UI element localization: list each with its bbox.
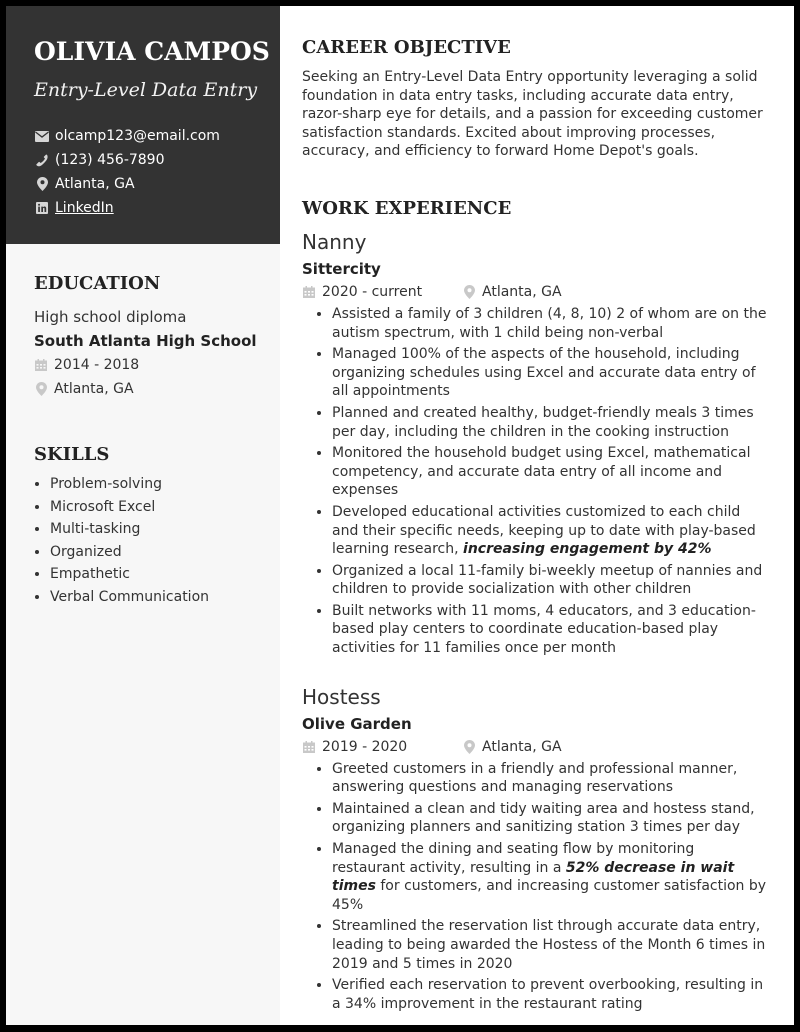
job-dates-text: 2019 - 2020 xyxy=(322,738,408,755)
job-bullets: Assisted a family of 3 children (4, 8, 1… xyxy=(302,305,770,658)
education-dates: 2014 - 2018 xyxy=(34,353,280,377)
job-bullet: Assisted a family of 3 children (4, 8, 1… xyxy=(332,305,770,342)
education-heading: EDUCATION xyxy=(34,273,161,294)
contact-list: olcamp123@email.com (123) 456-7890 Atlan… xyxy=(34,124,280,220)
main-content: CAREER OBJECTIVE Seeking an Entry-Level … xyxy=(280,6,794,1025)
contact-phone: (123) 456-7890 xyxy=(34,148,280,172)
job-bullet: Developed educational activities customi… xyxy=(332,503,770,559)
job-bullet: Built networks with 11 moms, 4 educators… xyxy=(332,602,770,658)
resume-page: OLIVIA CAMPOS Entry-Level Data Entry olc… xyxy=(6,6,794,1025)
education-degree: High school diploma xyxy=(34,308,187,326)
job-bullets: Greeted customers in a friendly and prof… xyxy=(302,760,770,1014)
email-text: olcamp123@email.com xyxy=(55,128,220,144)
job-title: Hostess xyxy=(302,684,381,709)
skills-section: SKILLS Problem-solving Microsoft Excel M… xyxy=(6,443,280,608)
career-objective-text: Seeking an Entry-Level Data Entry opport… xyxy=(302,69,763,160)
job-bullet: Maintained a clean and tidy waiting area… xyxy=(332,800,770,837)
work-experience-heading: WORK EXPERIENCE xyxy=(302,197,512,219)
job-meta: 2019 - 2020 Atlanta, GA xyxy=(302,736,770,758)
skill-item: Empathetic xyxy=(50,563,280,586)
job-bullet: Verified each reservation to prevent ove… xyxy=(332,976,770,1013)
candidate-name: OLIVIA CAMPOS xyxy=(34,37,270,66)
job-company: Sittercity xyxy=(302,259,381,278)
resume-header: OLIVIA CAMPOS Entry-Level Data Entry olc… xyxy=(6,6,280,244)
candidate-title: Entry-Level Data Entry xyxy=(34,79,258,101)
phone-text: (123) 456-7890 xyxy=(55,152,165,168)
job-location-text: Atlanta, GA xyxy=(482,738,562,755)
skill-item: Organized xyxy=(50,541,280,564)
career-objective-section: CAREER OBJECTIVE Seeking an Entry-Level … xyxy=(302,36,770,161)
contact-location: Atlanta, GA xyxy=(34,172,280,196)
linkedin-link[interactable]: LinkedIn xyxy=(55,196,114,220)
calendar-icon xyxy=(302,285,316,299)
job-location-text: Atlanta, GA xyxy=(482,283,562,300)
job-bullet: Managed 100% of the aspects of the house… xyxy=(332,345,770,401)
education-location: Atlanta, GA xyxy=(34,377,280,401)
career-objective-heading: CAREER OBJECTIVE xyxy=(302,37,511,58)
job-entry: Hostess Olive Garden 2019 - 2020 Atlanta… xyxy=(302,684,770,1014)
education-school: South Atlanta High School xyxy=(34,332,257,350)
job-location: Atlanta, GA xyxy=(462,281,562,303)
contact-email: olcamp123@email.com xyxy=(34,124,280,148)
phone-icon xyxy=(34,153,50,167)
job-bullet: Monitored the household budget using Exc… xyxy=(332,444,770,500)
contact-linkedin: LinkedIn xyxy=(34,196,280,220)
work-experience-section: WORK EXPERIENCE Nanny Sittercity 2020 - … xyxy=(302,197,770,1013)
highlighted-achievement: 52% decrease in wait times xyxy=(332,859,735,895)
highlighted-achievement: increasing engagement by 42% xyxy=(463,541,712,558)
map-pin-icon xyxy=(34,177,50,191)
job-dates-text: 2020 - current xyxy=(322,283,423,300)
map-pin-icon xyxy=(462,284,476,299)
map-pin-icon xyxy=(462,739,476,754)
sidebar: OLIVIA CAMPOS Entry-Level Data Entry olc… xyxy=(6,6,280,1025)
job-meta: 2020 - current Atlanta, GA xyxy=(302,281,770,303)
job-location: Atlanta, GA xyxy=(462,736,562,758)
map-pin-icon xyxy=(34,382,48,396)
job-dates: 2019 - 2020 xyxy=(302,736,462,758)
skill-item: Microsoft Excel xyxy=(50,496,280,519)
skill-item: Verbal Communication xyxy=(50,586,280,609)
calendar-icon xyxy=(34,358,48,372)
linkedin-icon xyxy=(34,201,50,215)
job-bullet: Organized a local 11-family bi-weekly me… xyxy=(332,562,770,599)
skill-item: Problem-solving xyxy=(50,473,280,496)
envelope-icon xyxy=(34,129,50,143)
job-bullet: Managed the dining and seating flow by m… xyxy=(332,840,770,914)
job-entry: Nanny Sittercity 2020 - current Atlanta,… xyxy=(302,229,770,658)
job-dates: 2020 - current xyxy=(302,281,462,303)
education-section: EDUCATION High school diploma South Atla… xyxy=(6,272,280,401)
job-bullet: Planned and created healthy, budget-frie… xyxy=(332,404,770,441)
skills-heading: SKILLS xyxy=(34,444,110,465)
job-bullet: Streamlined the reservation list through… xyxy=(332,917,770,973)
education-location-text: Atlanta, GA xyxy=(54,381,134,397)
location-text: Atlanta, GA xyxy=(55,176,135,192)
job-bullet: Greeted customers in a friendly and prof… xyxy=(332,760,770,797)
skills-list: Problem-solving Microsoft Excel Multi-ta… xyxy=(34,473,280,608)
skill-item: Multi-tasking xyxy=(50,518,280,541)
calendar-icon xyxy=(302,740,316,754)
job-title: Nanny xyxy=(302,229,367,254)
job-company: Olive Garden xyxy=(302,714,412,733)
education-dates-text: 2014 - 2018 xyxy=(54,357,140,373)
